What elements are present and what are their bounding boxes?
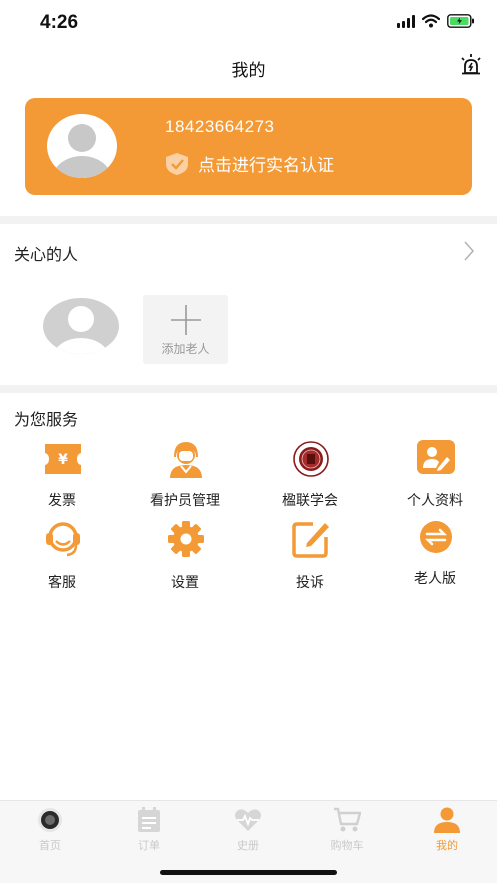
service-customer-service[interactable]: 客服 — [7, 519, 117, 591]
invoice-icon: ¥ — [45, 444, 81, 474]
service-caregiver[interactable]: 看护员管理 — [130, 439, 240, 509]
user-icon — [434, 807, 460, 833]
care-section-title: 关心的人 — [14, 245, 79, 264]
tab-orders[interactable]: 订单 — [99, 807, 199, 852]
status-bar: 4:26 — [0, 0, 497, 44]
service-label: 老人版 — [414, 571, 456, 587]
services-title: 为您服务 — [14, 410, 79, 429]
signal-icon — [397, 14, 415, 28]
gear-icon — [168, 521, 204, 557]
caregiver-icon — [170, 442, 202, 478]
tab-label: 订单 — [138, 839, 160, 852]
verify-text: 点击进行实名认证 — [198, 156, 334, 176]
service-complaint[interactable]: 投诉 — [255, 519, 365, 591]
chevron-right-icon[interactable] — [463, 240, 475, 262]
plus-icon — [171, 305, 201, 335]
alarm-icon[interactable] — [457, 52, 485, 80]
divider — [0, 216, 497, 224]
add-elder-button[interactable]: 添加老人 — [143, 295, 228, 364]
service-label: 发票 — [48, 493, 76, 509]
status-icons — [397, 14, 475, 28]
service-label: 客服 — [48, 575, 76, 591]
page-title: 我的 — [231, 61, 266, 81]
customer-service-icon — [46, 522, 80, 557]
service-profile[interactable]: 个人资料 — [380, 439, 490, 509]
tab-label: 我的 — [436, 839, 458, 852]
tab-home[interactable]: 首页 — [0, 807, 100, 852]
tab-label: 史册 — [237, 839, 259, 852]
shield-check-icon — [166, 152, 188, 175]
verify-button[interactable]: 点击进行实名认证 — [164, 151, 334, 176]
service-invoice[interactable]: ¥ 发票 — [7, 439, 117, 509]
svg-text:¥: ¥ — [58, 452, 68, 468]
home-logo-icon — [38, 808, 62, 832]
profile-card[interactable]: 18423664273 点击进行实名认证 — [25, 98, 472, 195]
service-label: 楹联学会 — [282, 493, 338, 509]
service-couplet-society[interactable]: 楹联学会 — [255, 439, 365, 509]
cart-icon — [334, 807, 361, 832]
avatar — [47, 114, 117, 178]
tab-cart[interactable]: 购物车 — [297, 807, 397, 852]
heart-pulse-icon — [235, 809, 261, 831]
couplet-society-logo — [293, 441, 329, 477]
profile-phone: 18423664273 — [165, 117, 275, 136]
tab-label: 首页 — [39, 839, 61, 852]
service-settings[interactable]: 设置 — [130, 519, 240, 591]
profile-edit-icon — [417, 440, 455, 474]
tab-label: 购物车 — [330, 839, 364, 852]
divider — [0, 385, 497, 393]
wifi-icon — [422, 14, 440, 28]
tab-history[interactable]: 史册 — [198, 807, 298, 852]
service-label: 个人资料 — [407, 493, 463, 509]
switch-icon — [420, 521, 452, 553]
cared-person-avatar[interactable] — [43, 298, 119, 354]
complaint-icon — [292, 522, 329, 558]
status-time: 4:26 — [40, 12, 79, 33]
service-label: 设置 — [171, 575, 199, 591]
order-icon — [138, 807, 160, 832]
add-elder-label: 添加老人 — [161, 342, 210, 356]
service-label: 投诉 — [296, 575, 324, 591]
battery-icon — [447, 14, 474, 28]
home-indicator — [160, 870, 337, 875]
service-label: 看护员管理 — [150, 493, 220, 509]
nav-bar: 我的 — [0, 44, 497, 90]
service-elder-mode[interactable]: 老人版 — [380, 519, 490, 589]
tab-mine[interactable]: 我的 — [397, 807, 497, 852]
